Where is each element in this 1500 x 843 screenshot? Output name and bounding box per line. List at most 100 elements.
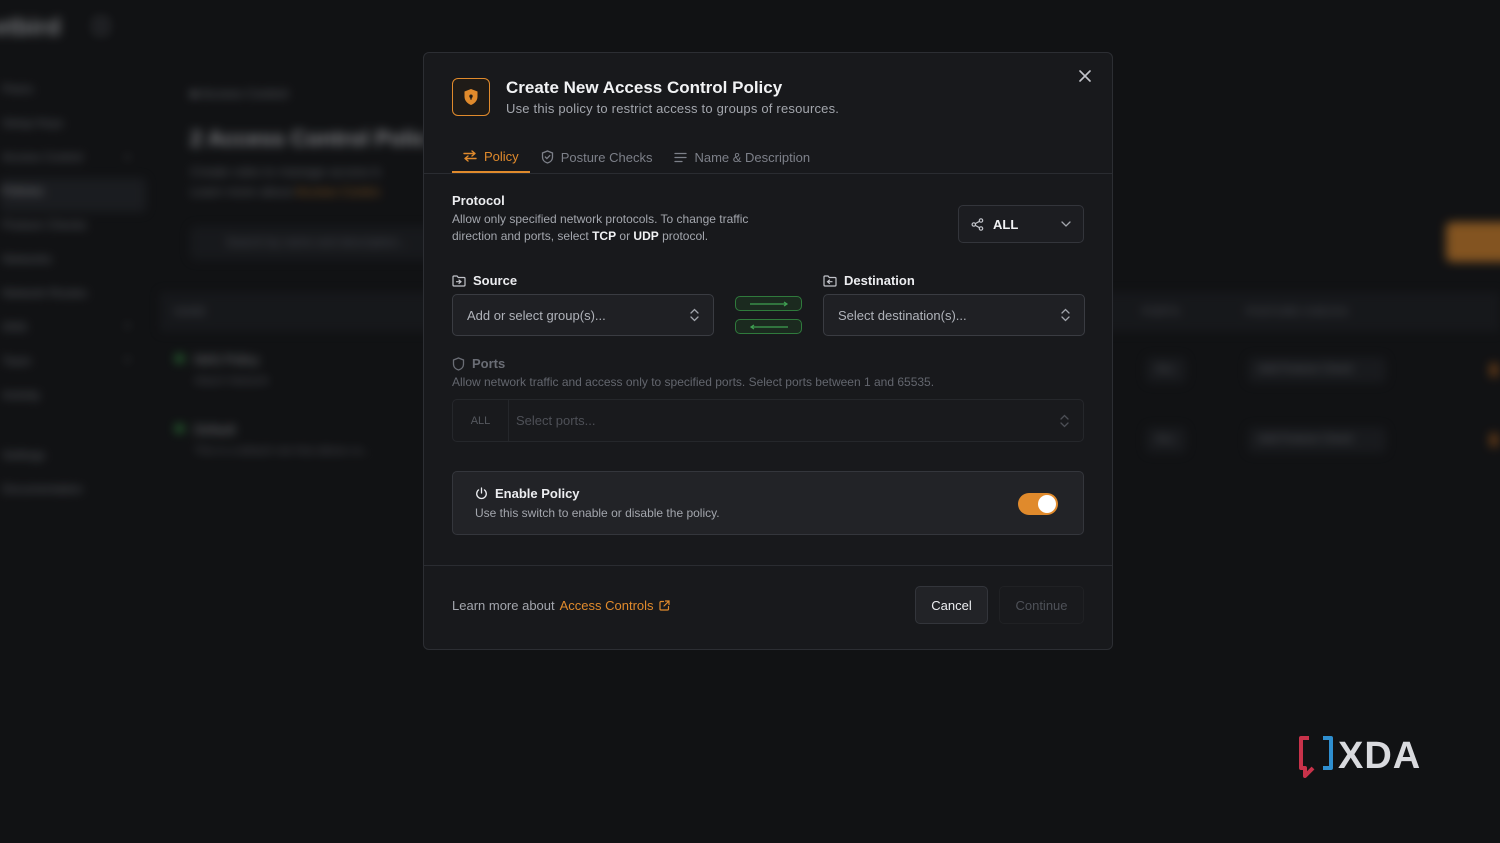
chevron-down-icon xyxy=(1061,221,1071,227)
enable-policy-toggle[interactable] xyxy=(1018,493,1058,515)
footer-learn-more: Learn more about Access Controls xyxy=(452,598,670,613)
xda-text: XDA xyxy=(1338,734,1422,777)
access-control-link[interactable]: Access Contro xyxy=(296,184,381,199)
ports-description: Allow network traffic and access only to… xyxy=(452,375,935,389)
toggle-knob xyxy=(1038,495,1056,513)
xda-logo-icon xyxy=(1299,736,1333,778)
destination-label: Destination xyxy=(823,273,915,288)
chevron-down-icon: ▾ xyxy=(124,321,130,332)
column-header-name[interactable]: NAME xyxy=(174,306,206,318)
row-action-icon[interactable] xyxy=(1490,363,1498,377)
xda-watermark: XDA xyxy=(1298,734,1421,778)
sidebar-item-network-routes[interactable]: Network Routes xyxy=(0,280,150,314)
access-controls-link[interactable]: Access Controls xyxy=(560,598,670,613)
destination-placeholder: Select destination(s)... xyxy=(838,307,967,323)
modal-tabs: Policy Posture Checks Name & Description xyxy=(452,141,821,173)
modal-subtitle: Use this policy to restrict access to gr… xyxy=(506,101,840,116)
page-description: Create rules to manage access b xyxy=(190,164,381,179)
ports-label: Ports xyxy=(452,356,505,371)
enable-policy-title: Enable Policy xyxy=(475,486,580,501)
column-header-ports[interactable]: PORTS xyxy=(1142,306,1180,318)
tabs-divider xyxy=(424,173,1112,174)
chevron-up-down-icon xyxy=(1060,414,1069,427)
sidebar-item-team[interactable]: Team ▾ xyxy=(0,348,150,382)
tab-posture-checks[interactable]: Posture Checks xyxy=(530,141,664,173)
table-row-title[interactable]: Default xyxy=(194,422,235,437)
chevron-down-icon: ▾ xyxy=(124,355,130,366)
text-lines-icon xyxy=(674,152,688,162)
source-placeholder: Add or select group(s)... xyxy=(467,307,606,323)
sidebar-toggle-icon[interactable] xyxy=(94,18,108,34)
shield-check-icon xyxy=(541,150,553,164)
shield-icon xyxy=(452,356,465,371)
direction-left-toggle[interactable] xyxy=(735,319,802,334)
status-dot xyxy=(175,354,184,363)
folder-in-icon xyxy=(452,274,466,287)
sidebar-item-dns[interactable]: DNS ▾ xyxy=(0,314,150,348)
add-policy-button[interactable] xyxy=(1446,222,1500,262)
external-link-icon xyxy=(658,600,670,611)
sidebar-item-policies[interactable]: Policies xyxy=(0,178,146,212)
chevron-up-down-icon xyxy=(690,308,699,322)
policy-header-icon xyxy=(452,78,490,116)
status-dot xyxy=(175,424,184,433)
tab-name-description-label: Name & Description xyxy=(694,149,811,165)
page-learn-more: Learn more about Access Contro xyxy=(190,184,381,199)
destination-select[interactable]: Select destination(s)... xyxy=(823,294,1085,336)
page-title: 2 Access Control Polic xyxy=(190,126,428,151)
ports-all-badge: ALL xyxy=(453,400,509,441)
add-posture-check-button[interactable]: Add Posture Check xyxy=(1248,427,1386,453)
sidebar-item-settings[interactable]: Settings xyxy=(0,442,150,476)
create-policy-modal: Create New Access Control Policy Use thi… xyxy=(423,52,1113,650)
ports-select[interactable]: ALL Select ports... xyxy=(452,399,1084,442)
direction-right-toggle[interactable] xyxy=(735,296,802,311)
protocol-label: Protocol xyxy=(452,193,505,208)
tab-policy[interactable]: Policy xyxy=(452,141,530,173)
modal-title: Create New Access Control Policy xyxy=(506,78,783,97)
sidebar-item-networks[interactable]: Networks xyxy=(0,246,150,280)
sidebar-item-posture-checks[interactable]: Posture Checks xyxy=(0,212,150,246)
ports-badge: ALL xyxy=(1146,357,1186,383)
arrows-exchange-icon xyxy=(463,150,477,162)
sidebar-item-access-control[interactable]: Access Control ▴ xyxy=(0,144,150,178)
continue-button[interactable]: Continue xyxy=(999,586,1084,624)
arrow-right-icon xyxy=(749,301,788,306)
column-header-posture-checks[interactable]: POSTURE CHECKS xyxy=(1246,306,1348,318)
sidebar-item-activity[interactable]: Activity xyxy=(0,382,150,416)
close-button[interactable] xyxy=(1076,67,1094,85)
ports-placeholder: Select ports... xyxy=(516,413,596,428)
close-icon xyxy=(1079,70,1091,82)
table-row-subtitle: Attach Network xyxy=(194,375,269,387)
sidebar: Peers Setup Keys Access Control ▴ Policie… xyxy=(0,76,150,510)
shield-icon xyxy=(464,89,478,105)
protocol-value: ALL xyxy=(993,216,1019,232)
share-nodes-icon xyxy=(971,217,984,231)
table-row-title[interactable]: NAS Policy xyxy=(194,352,259,367)
power-icon xyxy=(476,487,487,500)
app-logo: etbird xyxy=(0,14,61,41)
sidebar-item-peers[interactable]: Peers xyxy=(0,76,150,110)
search-input[interactable]: Search by name and description... xyxy=(190,226,450,260)
sidebar-item-setup-keys[interactable]: Setup Keys xyxy=(0,110,150,144)
enable-policy-description: Use this switch to enable or disable the… xyxy=(475,506,720,520)
tab-policy-label: Policy xyxy=(484,148,519,164)
tab-posture-checks-label: Posture Checks xyxy=(560,149,653,165)
row-action-icon[interactable] xyxy=(1490,433,1498,447)
enable-policy-card: Enable Policy Use this switch to enable … xyxy=(452,471,1084,535)
table-row-subtitle: This is a default rule that allows co... xyxy=(194,445,372,457)
chevron-up-icon: ▴ xyxy=(124,151,130,162)
footer-divider xyxy=(424,565,1112,566)
sidebar-item-documentation[interactable]: Documentation xyxy=(0,476,150,510)
add-posture-check-button[interactable]: Add Posture Check xyxy=(1248,357,1386,383)
breadcrumb[interactable]: ■ Access Control xyxy=(190,86,288,101)
protocol-select[interactable]: ALL xyxy=(958,205,1084,243)
folder-out-icon xyxy=(823,274,837,287)
tab-name-description[interactable]: Name & Description xyxy=(663,141,821,173)
chevron-up-down-icon xyxy=(1061,308,1070,322)
cancel-button[interactable]: Cancel xyxy=(915,586,988,624)
shield-icon: ■ xyxy=(190,86,201,101)
source-select[interactable]: Add or select group(s)... xyxy=(452,294,714,336)
protocol-description: Allow only specified network protocols. … xyxy=(452,212,749,243)
arrow-left-icon xyxy=(749,324,788,329)
source-label: Source xyxy=(452,273,517,288)
